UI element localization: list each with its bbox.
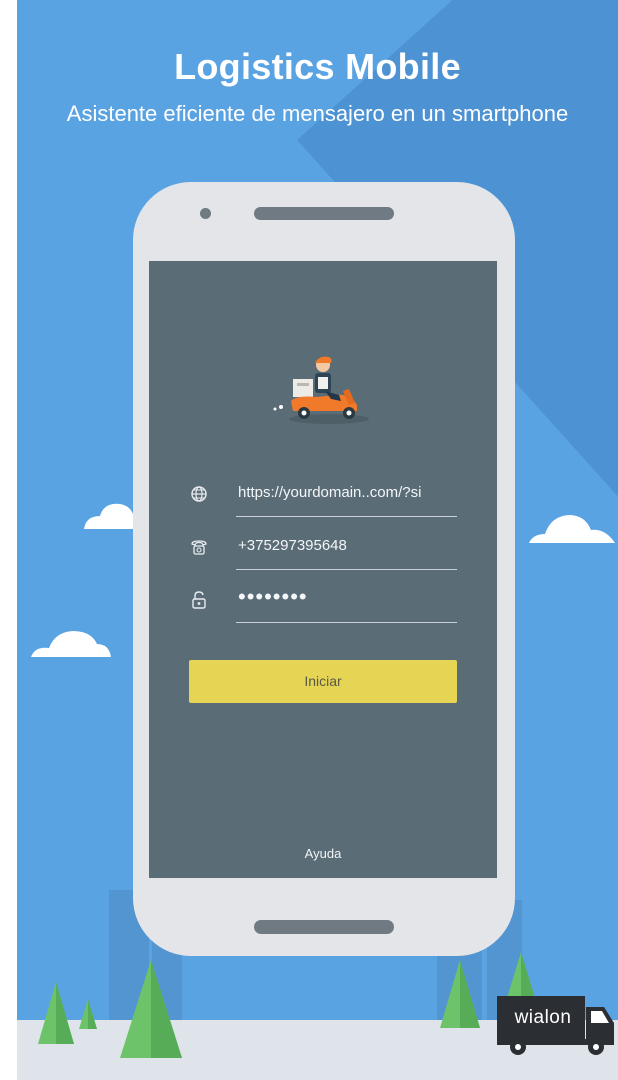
input-underline (236, 569, 457, 570)
server-url-field[interactable]: https://yourdomain..com/?si (149, 476, 497, 522)
phone-camera (200, 208, 211, 219)
cloud-icon (529, 515, 615, 543)
courier-scooter-icon (273, 356, 369, 424)
password-field[interactable]: •••••••• (149, 582, 497, 628)
password-input[interactable]: •••••••• (238, 584, 463, 610)
tree-icon (38, 982, 74, 1044)
login-button[interactable]: Iniciar (189, 660, 457, 703)
phone-speaker (254, 207, 394, 220)
globe-icon (191, 486, 207, 502)
input-underline (236, 516, 457, 517)
input-underline (236, 622, 457, 623)
cloud-icon (31, 631, 111, 657)
cloud-icon (84, 503, 136, 529)
tree-icon (440, 960, 480, 1028)
page-subtitle: Asistente eficiente de mensajero en un s… (66, 101, 569, 126)
server-url-input[interactable]: https://yourdomain..com/?si (238, 484, 463, 501)
help-link[interactable]: Ayuda (149, 846, 497, 861)
tree-icon (120, 960, 182, 1058)
page-title: Logistics Mobile (174, 46, 461, 87)
phone-input[interactable]: +375297395648 (238, 537, 463, 554)
phone-home-button (254, 920, 394, 934)
unlock-icon (192, 591, 206, 609)
phone-field[interactable]: +375297395648 (149, 529, 497, 575)
telephone-icon (191, 540, 207, 555)
wialon-logo: wialon (514, 1007, 572, 1028)
login-screen: https://yourdomain..com/?si +37529739564… (149, 261, 497, 878)
tree-icon (507, 952, 535, 998)
app-showcase: Logistics Mobile Asistente eficiente de … (0, 0, 618, 1080)
tree-icon (79, 999, 97, 1029)
